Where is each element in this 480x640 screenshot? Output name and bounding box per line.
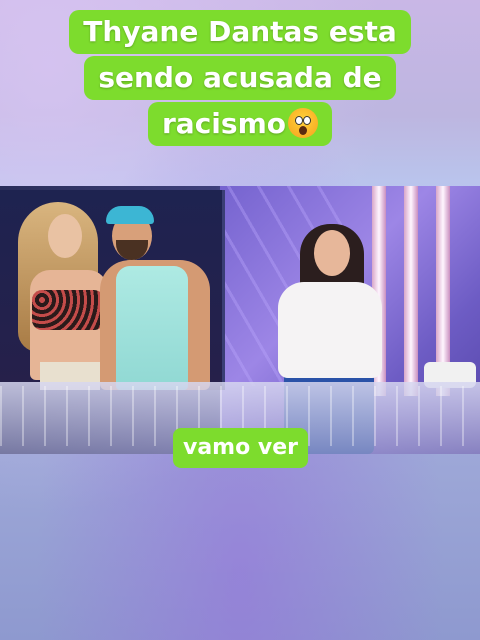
- caption-label: vamo ver: [173, 428, 308, 468]
- headline: Thyane Dantas esta sendo acusada de raci…: [0, 10, 480, 148]
- headline-line-3-text: racismo: [162, 107, 286, 140]
- video-frame[interactable]: [0, 186, 480, 454]
- headline-line-1: Thyane Dantas esta: [69, 10, 411, 54]
- headline-line-3: racismo: [148, 102, 332, 146]
- screaming-face-icon: [287, 108, 318, 138]
- couple-photo: [0, 190, 225, 390]
- studio-light-pillar: [404, 186, 418, 396]
- headline-line-2: sendo acusada de: [84, 56, 396, 100]
